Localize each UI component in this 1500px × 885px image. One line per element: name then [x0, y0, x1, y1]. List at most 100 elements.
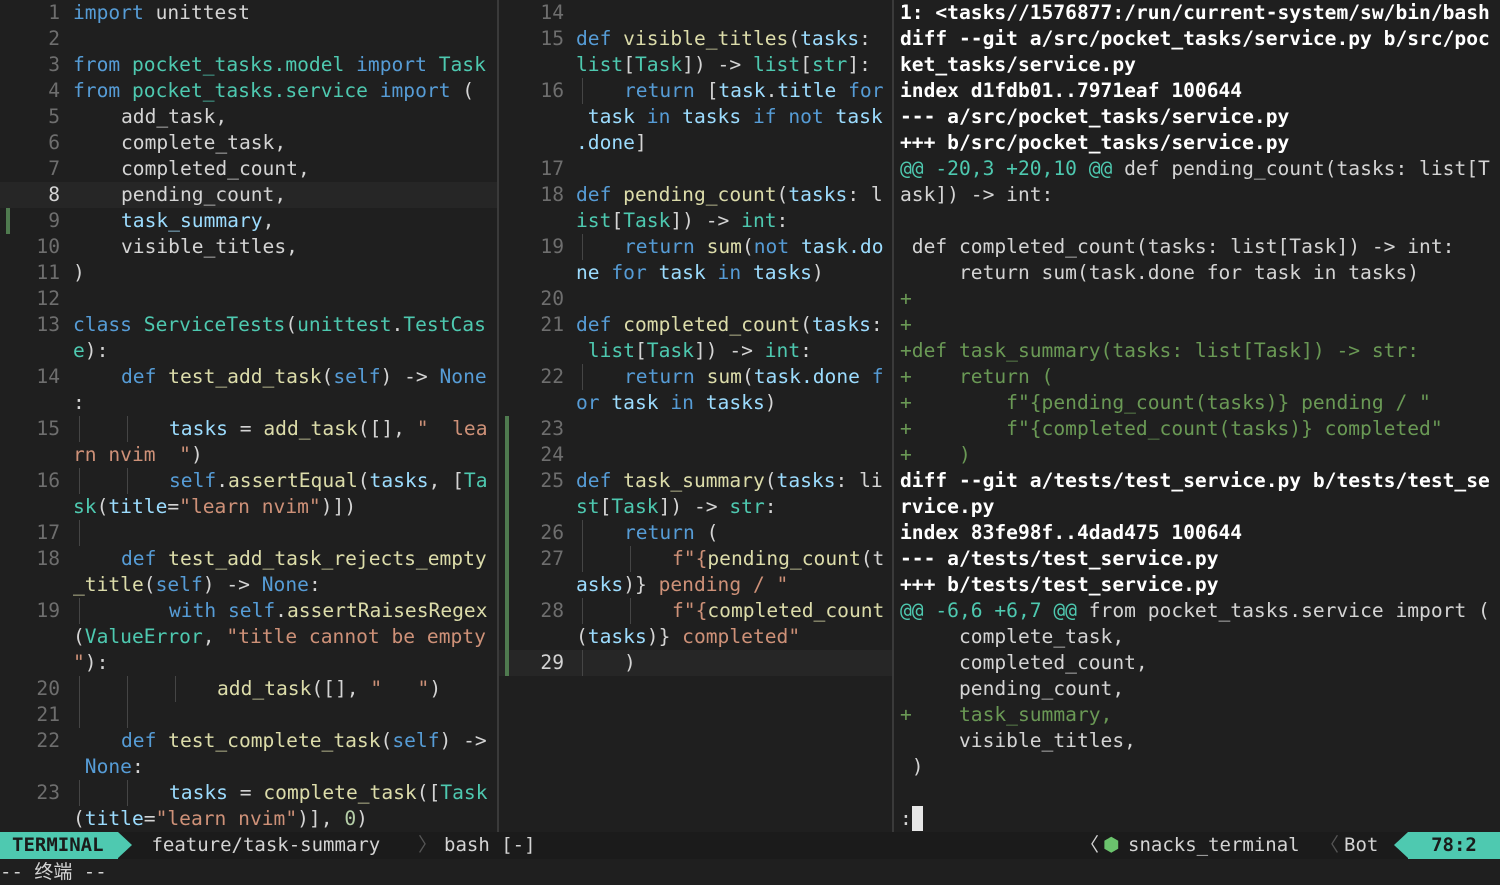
terminal-line: )	[895, 754, 1500, 780]
code-token: task	[576, 105, 635, 128]
code-text: from pocket_tasks.model import Task	[73, 52, 486, 78]
code-token: )}	[623, 573, 647, 596]
code-line: 21 def completed_count(tasks:	[499, 312, 892, 338]
code-line: 14	[499, 0, 892, 26]
terminal-text: 1: <tasks//1576877:/run/current-system/s…	[900, 0, 1490, 26]
code-line: 17	[0, 520, 497, 546]
code-token: [	[623, 53, 635, 76]
code-line: list[Task]) -> list[str]:	[499, 52, 892, 78]
code-line: list[Task]) -> int:	[499, 338, 892, 364]
terminal-text: --- a/src/pocket_tasks/service.py	[900, 104, 1289, 130]
line-number	[499, 338, 564, 364]
terminal-text: )	[900, 754, 924, 780]
code-token: [	[800, 53, 812, 76]
line-number	[499, 572, 564, 598]
editor-pane-service[interactable]: 14 15 def visible_titles(tasks: list[Task])…	[499, 0, 892, 832]
code-text: self.assertEqual(tasks, [Ta	[169, 468, 488, 494]
terminal-token: pending_count,	[900, 677, 1125, 700]
code-text: asks)} pending / "	[576, 572, 788, 598]
code-token: ]) ->	[693, 339, 765, 362]
code-text: f"{pending_count(t	[672, 546, 884, 572]
code-token: .do	[848, 235, 884, 258]
terminal-token: +++ b/src/pocket_tasks/service.py	[900, 131, 1290, 154]
code-line: :	[0, 390, 497, 416]
code-text: return [task.title for	[624, 78, 884, 104]
code-token: def	[121, 547, 157, 570]
terminal-token: +	[900, 287, 912, 310]
code-line: 4 from pocket_tasks.service import (	[0, 78, 497, 104]
terminal-text: --- a/tests/test_service.py	[900, 546, 1219, 572]
code-token: )}	[646, 625, 671, 648]
mode-separator-arrow	[118, 832, 132, 858]
code-line: 15 def visible_titles(tasks:	[499, 26, 892, 52]
command-line[interactable]: -- 终端 --	[0, 859, 1500, 885]
code-token: _title	[73, 573, 144, 596]
code-line: 12	[0, 286, 497, 312]
code-text: tasks = complete_task([Task	[169, 780, 488, 806]
code-token: .	[391, 313, 404, 336]
code-line: 3 from pocket_tasks.model import Task	[0, 52, 497, 78]
terminal-text: ket_tasks/service.py	[900, 52, 1136, 78]
code-token: ,	[286, 235, 298, 258]
code-token: not	[776, 105, 824, 128]
line-number	[499, 130, 564, 156]
code-text: st[Task]) -> str:	[576, 494, 777, 520]
code-line: 20 add_task([], " ")	[0, 676, 497, 702]
code-token: ) ->	[439, 729, 487, 752]
code-token: unittest	[297, 313, 392, 336]
code-token: task_summary	[121, 209, 263, 232]
line-number	[499, 52, 564, 78]
code-token: Task	[440, 781, 488, 804]
terminal-pane[interactable]: 1: <tasks//1576877:/run/current-system/s…	[895, 0, 1500, 832]
code-token: =	[227, 417, 264, 440]
code-line: task in tasks if not task	[499, 104, 892, 130]
terminal-text: + )	[900, 442, 971, 468]
terminal-text: diff --git a/src/pocket_tasks/service.py…	[900, 26, 1490, 52]
code-line: 24	[499, 442, 892, 468]
code-text: task in tasks if not task	[576, 104, 883, 130]
indent-guide	[630, 546, 631, 572]
code-text: completed_count,	[121, 156, 310, 182]
indent-guide	[582, 546, 583, 572]
line-number: 22	[36, 729, 60, 752]
code-text: )	[624, 650, 636, 676]
code-token: test_add_task_rejects_empty	[156, 547, 487, 570]
code-token: "learn nvim"	[155, 807, 298, 830]
code-token: )	[190, 443, 203, 466]
code-token: test_add_task	[156, 365, 322, 388]
code-token: sum	[694, 235, 742, 258]
git-branch[interactable]: feature/task-summary	[140, 832, 380, 859]
code-text: complete_task,	[121, 130, 286, 156]
code-token: tasks	[776, 469, 836, 492]
code-token: from	[73, 79, 121, 102]
terminal-line: def completed_count(tasks: list[Task]) -…	[895, 234, 1500, 260]
code-token: ]) ->	[670, 209, 742, 232]
terminal-name: bash [-]	[444, 834, 536, 856]
code-line: 5 add_task,	[0, 104, 497, 130]
terminal-line: --- a/src/pocket_tasks/service.py	[895, 104, 1500, 130]
code-token: Ta	[463, 469, 488, 492]
pane-separator[interactable]	[892, 0, 894, 832]
code-token: (	[576, 625, 588, 648]
line-number: 19	[540, 235, 564, 258]
line-number: 17	[36, 521, 60, 544]
code-line: 10 visible_titles,	[0, 234, 497, 260]
code-token: ServiceTests	[131, 313, 286, 336]
line-number: 19	[36, 599, 60, 622]
code-token: ,	[297, 157, 310, 180]
terminal-token: + )	[900, 443, 971, 466]
line-number: 28	[540, 599, 564, 622]
code-token: or	[576, 391, 600, 414]
line-number: 12	[36, 287, 60, 310]
segment-separator: 〉	[418, 834, 438, 856]
terminal-line: index d1fdb01..7971eaf 100644	[895, 78, 1500, 104]
code-token: pending_count	[611, 183, 777, 206]
code-token: complete_task	[263, 781, 417, 804]
code-line: 19 return sum(not task.do	[499, 234, 892, 260]
terminal-text: @@ -20,3 +20,10 @@ def pending_count(tas…	[900, 156, 1490, 182]
code-token: (	[450, 79, 475, 102]
editor-pane-test-service[interactable]: 1 import unittest 2 3 from pocket_tasks.mode…	[0, 0, 497, 832]
code-line: 22 return sum(task.done f	[499, 364, 892, 390]
code-text: or task in tasks)	[576, 390, 777, 416]
line-number	[499, 208, 564, 234]
